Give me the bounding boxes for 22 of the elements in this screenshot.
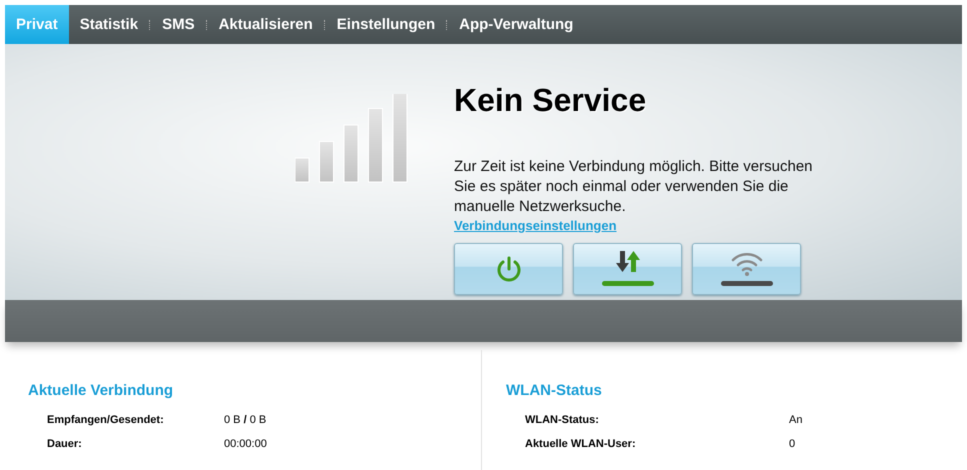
panel-title: Aktuelle Verbindung [28, 382, 174, 399]
info-value: 0 B / 0 B [224, 414, 268, 426]
info-label: Empfangen/Gesendet: [47, 414, 165, 426]
info-value: 00:00:00 [224, 438, 268, 450]
status-message: Zur Zeit ist keine Verbindung möglich. Bitte versuchen Sie es später noch einmal oder verwenden Sie die manuelle Netzwerksuche. [454, 157, 814, 217]
nav-tab[interactable]: Einstellungen [326, 5, 446, 44]
nav-tab[interactable]: App-Verwaltung [448, 5, 584, 44]
nav-tab[interactable]: SMS [151, 5, 206, 44]
status-title: Kein Service [454, 82, 648, 119]
nav-tab[interactable]: Statistik [68, 5, 150, 44]
wlan-button[interactable] [692, 243, 801, 295]
power-button[interactable] [454, 243, 563, 295]
info-value: An [789, 414, 804, 426]
info-label: WLAN-Status: [525, 414, 600, 426]
info-value: 0 [789, 438, 796, 450]
info-label: Aktuelle WLAN-User: [525, 438, 637, 450]
nav-tab[interactable]: Aktualisieren [208, 5, 324, 44]
panel-title: WLAN-Status [506, 382, 603, 399]
data-transfer-icon [600, 249, 656, 289]
info-label: Dauer: [47, 438, 83, 450]
power-icon [494, 255, 522, 283]
data-button[interactable] [573, 243, 682, 295]
